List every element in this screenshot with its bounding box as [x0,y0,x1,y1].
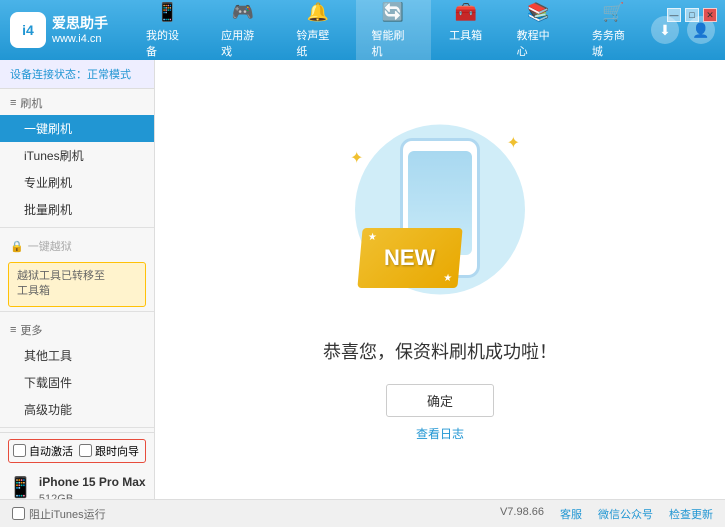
sidebar-section-flash: ≡ 刷机 [0,89,154,115]
tab-tutorial[interactable]: 📚 教程中心 [501,0,576,65]
logo-text: 爱思助手 www.i4.cn [52,14,108,46]
close-button[interactable]: ✕ [703,8,717,22]
lock-icon: 🔒 [10,240,24,253]
logo: i4 爱思助手 www.i4.cn [10,12,130,48]
device-icon: 📱 [156,2,178,23]
device-section: 自动激活 跟时向导 📱 iPhone 15 Pro Max 512GB iPho… [0,432,154,499]
sidebar-divider-1 [0,227,154,228]
bottom-bar: 阻止iTunes运行 V7.98.66 客服 微信公众号 检查更新 [0,499,725,527]
sparkle-right: ✦ [507,133,520,153]
check-update-link[interactable]: 检查更新 [669,506,713,522]
tab-ringtone[interactable]: 🔔 铃声壁纸 [280,0,355,65]
auto-activate-checkbox[interactable]: 自动激活 [13,443,73,459]
tab-smart-flash[interactable]: 🔄 智能刷机 [356,0,431,65]
device-name: iPhone 15 Pro Max [39,473,146,491]
wechat-link[interactable]: 微信公众号 [598,506,653,522]
device-info: 📱 iPhone 15 Pro Max 512GB iPhone [8,469,146,499]
sidebar-item-advanced[interactable]: 高级功能 [0,396,154,423]
jailbreak-notice: 越狱工具已转移至工具箱 [8,262,146,307]
success-illustration: ✦ ✦ ★ NEW ★ [330,118,550,318]
itunes-label: 阻止iTunes运行 [29,506,106,522]
sidebar-item-pro-flash[interactable]: 专业刷机 [0,169,154,196]
sparkle-left: ✦ [350,148,363,168]
service-icon: 🛒 [602,2,624,23]
more-section-icon: ≡ [10,324,16,336]
app-icon: 🎮 [232,2,254,23]
sidebar-divider-2 [0,311,154,312]
device-checkbox-row: 自动激活 跟时向导 [8,439,146,463]
success-message: 恭喜您，保资料刷机成功啦！ [323,338,557,364]
flash-section-icon: ≡ [10,97,16,109]
header: i4 爱思助手 www.i4.cn 📱 我的设备 🎮 应用游戏 🔔 铃声壁纸 🔄 [0,0,725,60]
sidebar-divider-3 [0,427,154,428]
ribbon-text: NEW [384,245,435,271]
maximize-button[interactable]: □ [685,8,699,22]
time-guide-checkbox[interactable]: 跟时向导 [79,443,139,459]
window-controls: — □ ✕ [667,8,717,22]
tab-my-device[interactable]: 📱 我的设备 [130,0,205,65]
itunes-checkbox[interactable] [12,507,25,520]
main-layout: 设备连接状态：正常模式 ≡ 刷机 一键刷机 iTunes刷机 专业刷机 批量刷机… [0,60,725,499]
sidebar-section-more: ≡ 更多 [0,316,154,342]
tutorial-icon: 📚 [527,2,549,23]
minimize-button[interactable]: — [667,8,681,22]
device-details: iPhone 15 Pro Max 512GB iPhone [39,473,146,499]
sidebar-section-jailbreak: 🔒 一键越狱 [0,232,154,258]
auto-activate-input[interactable] [13,444,26,457]
toolbox-icon: 🧰 [454,2,476,23]
ringtone-icon: 🔔 [307,2,329,23]
device-storage: 512GB [39,491,146,499]
ribbon-star-bottom: ★ [443,273,453,284]
nav-tabs: 📱 我的设备 🎮 应用游戏 🔔 铃声壁纸 🔄 智能刷机 🧰 工具箱 📚 [130,0,651,65]
device-phone-icon: 📱 [8,475,33,499]
sidebar-item-one-key-flash[interactable]: 一键刷机 [0,115,154,142]
bottom-right: V7.98.66 客服 微信公众号 检查更新 [500,506,713,522]
content-area: ✦ ✦ ★ NEW ★ 恭喜您，保资料刷机成功啦！ 确定 查看日志 [155,60,725,499]
sidebar-item-other-tools[interactable]: 其他工具 [0,342,154,369]
version-label: V7.98.66 [500,506,544,522]
sidebar-status: 设备连接状态：正常模式 [0,60,154,89]
tab-toolbox[interactable]: 🧰 工具箱 [431,0,501,65]
bottom-left: 阻止iTunes运行 [12,506,106,522]
logo-icon: i4 [10,12,46,48]
tab-app-games[interactable]: 🎮 应用游戏 [205,0,280,65]
flash-icon: 🔄 [382,2,404,23]
ribbon-star-top: ★ [367,232,377,243]
sidebar-item-batch-flash[interactable]: 批量刷机 [0,196,154,223]
sidebar-item-download-firmware[interactable]: 下载固件 [0,369,154,396]
time-guide-input[interactable] [79,444,92,457]
customer-service-link[interactable]: 客服 [560,506,582,522]
tab-service[interactable]: 🛒 务务商城 [576,0,651,65]
sidebar: 设备连接状态：正常模式 ≡ 刷机 一键刷机 iTunes刷机 专业刷机 批量刷机… [0,60,155,499]
confirm-button[interactable]: 确定 [386,384,494,417]
sidebar-item-itunes-flash[interactable]: iTunes刷机 [0,142,154,169]
new-ribbon: ★ NEW ★ [357,228,462,288]
log-link[interactable]: 查看日志 [416,425,464,442]
